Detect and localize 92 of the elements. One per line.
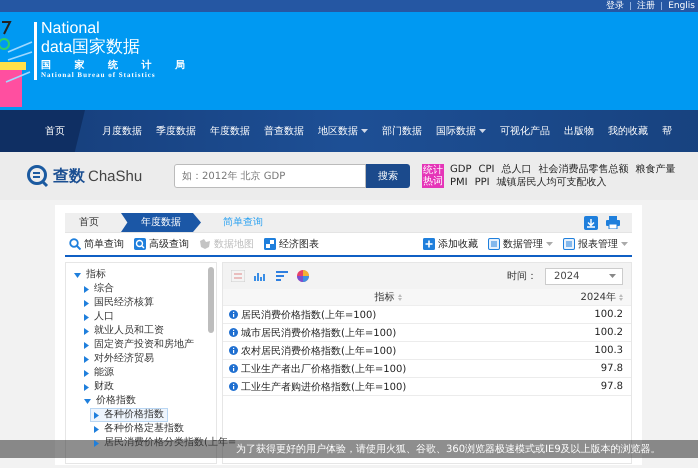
top-link[interactable]: Englis	[668, 0, 695, 12]
toolbar-action[interactable]: 数据管理	[488, 237, 553, 251]
table-cell-text: 城市居民消费价格指数(上年=100)	[241, 326, 398, 340]
table-cell: 97.8	[600, 381, 623, 392]
nav-item[interactable]: 出版物	[557, 110, 601, 152]
tree-item[interactable]: 国民经济核算	[80, 296, 158, 310]
search-icon	[69, 238, 81, 250]
scrollbar-thumb[interactable]	[208, 267, 214, 333]
caret-down-icon	[74, 272, 81, 278]
info-icon[interactable]	[229, 364, 238, 373]
hot-word-link[interactable]: CPI	[478, 164, 494, 176]
download-icon[interactable]	[584, 216, 598, 230]
nav-item[interactable]: 地区数据	[311, 110, 375, 152]
nav-item[interactable]: 首页	[0, 110, 85, 152]
brand-name: ChaShu	[88, 168, 142, 184]
table-cell-text: 工业生产者购进价格指数(上年=100)	[241, 380, 408, 394]
breadcrumb-item[interactable]: 年度数据	[121, 213, 201, 232]
search-icon	[134, 238, 146, 250]
bar-chart-icon[interactable]	[253, 270, 267, 282]
chart-icon	[264, 238, 276, 250]
table-cell-text: 农村居民消费价格指数(上年=100)	[241, 344, 398, 358]
table-cell: 100.2	[594, 309, 623, 320]
hot-word-link[interactable]: PPI	[474, 176, 490, 188]
search-button[interactable]: 搜索	[366, 164, 410, 188]
column-header[interactable]: 指标	[374, 290, 394, 304]
toolbar-action[interactable]: 报表管理	[563, 237, 628, 251]
horizontal-bars-icon[interactable]	[275, 270, 289, 282]
hot-word-link[interactable]: PMI	[450, 176, 468, 188]
table-cell: 97.8	[600, 363, 623, 374]
brand-name: 查数	[53, 166, 85, 186]
table-cell: 100.3	[594, 345, 623, 356]
toolbar-tab[interactable]: 高级查询	[134, 237, 189, 251]
caret-icon	[479, 129, 486, 133]
logo-title: data	[41, 38, 72, 58]
year-select[interactable]: 2024	[545, 268, 623, 284]
logo-title: 国家数据	[72, 37, 140, 57]
table-icon	[488, 238, 500, 250]
plus-icon	[423, 238, 435, 250]
tree-item[interactable]: 各种价格定基指数	[90, 422, 188, 436]
hot-words-badge: 统计热词	[422, 164, 444, 188]
pie-chart-icon[interactable]	[297, 270, 309, 282]
breadcrumb-item[interactable]: 首页	[65, 213, 113, 232]
print-icon[interactable]	[606, 216, 620, 229]
tree-item[interactable]: 固定资产投资和房地产	[80, 338, 198, 352]
table-cell: 100.2	[594, 327, 623, 338]
logo-subtitle: 国 家 统 计 局	[41, 60, 195, 71]
nav-item[interactable]: 年度数据	[203, 110, 257, 152]
nav-item[interactable]: 帮	[655, 110, 679, 152]
column-header[interactable]: 2024年	[580, 290, 616, 304]
caret-down-icon	[84, 398, 91, 404]
nav-item[interactable]: 月度数据	[95, 110, 149, 152]
tree-item[interactable]: 能源	[80, 366, 118, 380]
tree-item[interactable]: 人口	[80, 310, 118, 324]
logo-title: National	[41, 21, 101, 37]
nav-item[interactable]: 季度数据	[149, 110, 203, 152]
nav-item[interactable]: 可视化产品	[493, 110, 557, 152]
toolbar-action[interactable]: 添加收藏	[423, 237, 478, 251]
hot-word-link[interactable]: 总人口	[501, 164, 532, 176]
nav-item[interactable]: 我的收藏	[601, 110, 655, 152]
time-label: 时间：	[507, 270, 537, 283]
info-icon[interactable]	[229, 310, 238, 319]
nav-item[interactable]: 国际数据	[429, 110, 493, 152]
tree-item[interactable]: 就业人员和工资	[80, 324, 168, 338]
toolbar-tab[interactable]: 简单查询	[69, 237, 124, 251]
search-field[interactable]: 如：2012年 北京 GDP	[174, 164, 366, 188]
hot-word-link[interactable]: GDP	[450, 164, 472, 176]
info-icon[interactable]	[229, 328, 238, 337]
tree-item[interactable]: 各种价格指数	[90, 408, 168, 422]
table-cell-text: 居民消费价格指数(上年=100)	[241, 308, 378, 322]
caret-icon	[609, 274, 616, 278]
tree-item[interactable]: 综合	[80, 282, 118, 296]
top-link[interactable]: 注册	[637, 0, 656, 12]
list-view-icon[interactable]	[231, 270, 245, 282]
toolbar-tab[interactable]: 经济图表	[264, 237, 319, 251]
top-link[interactable]: 登录	[606, 0, 624, 12]
info-icon[interactable]	[229, 346, 238, 355]
tree-item[interactable]: 价格指数	[80, 394, 140, 408]
hot-word-link[interactable]: 社会消费品零售总额	[538, 164, 628, 176]
caret-icon	[546, 242, 553, 246]
nav-item[interactable]: 部门数据	[375, 110, 429, 152]
hot-word-link[interactable]: 粮食产量	[635, 164, 676, 176]
nav-item[interactable]: 普查数据	[257, 110, 311, 152]
table-icon	[563, 238, 575, 250]
table-cell-text: 工业生产者出厂价格指数(上年=100)	[241, 362, 408, 376]
caret-icon	[621, 242, 628, 246]
info-icon[interactable]	[229, 382, 238, 391]
tree-item[interactable]: 财政	[80, 380, 118, 394]
hot-word-link[interactable]: 城镇居民人均可支配收入	[496, 176, 607, 188]
tree-item[interactable]: 指标	[70, 268, 110, 282]
tree-item[interactable]: 对外经济贸易	[80, 352, 158, 366]
caret-icon	[361, 129, 368, 133]
search-logo-icon	[26, 164, 50, 188]
